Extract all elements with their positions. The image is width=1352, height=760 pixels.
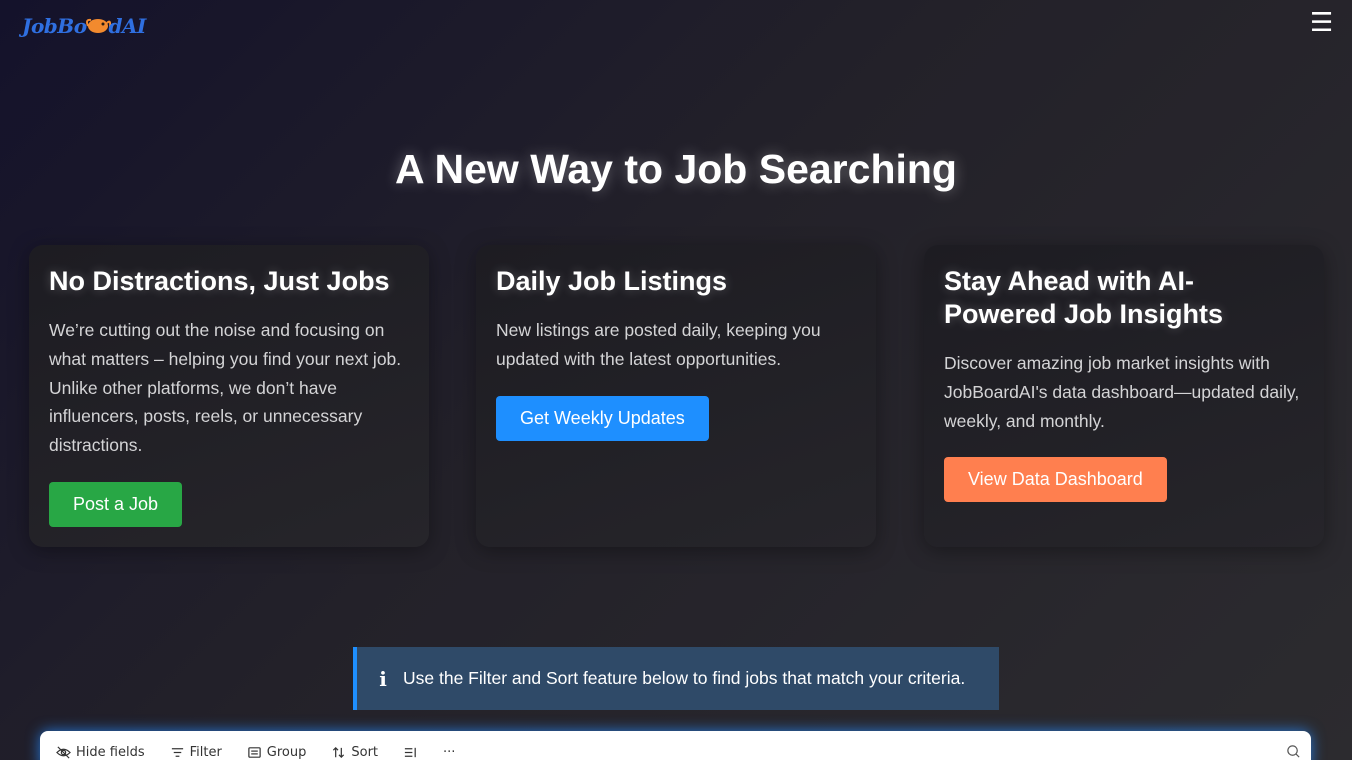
post-job-button[interactable]: Post a Job	[49, 481, 183, 527]
logo-text-left: JobBo	[22, 14, 87, 38]
table-toolbar: Hide fields Filter Group Sort ···	[40, 731, 1311, 760]
row-height-icon	[404, 747, 416, 757]
card-title: Daily Job Listings	[496, 266, 728, 296]
hamburger-menu-icon[interactable]: ☰	[1310, 10, 1333, 36]
get-weekly-updates-button[interactable]: Get Weekly Updates	[496, 395, 709, 441]
hide-fields-button[interactable]: Hide fields	[56, 737, 145, 760]
card-title: Stay Ahead with AI-Powered Job Insights	[944, 266, 1224, 329]
card-body: Discover amazing job market insights wit…	[944, 353, 1300, 431]
sort-icon	[333, 746, 345, 758]
search-icon[interactable]	[1286, 744, 1301, 759]
eye-slash-icon	[56, 745, 71, 759]
group-label: Group	[266, 744, 307, 760]
feature-card-daily-listings: Daily Job Listings New listings are post…	[476, 245, 876, 547]
logo-text-right: dAI	[108, 14, 147, 38]
sort-button[interactable]: Sort	[331, 737, 378, 760]
info-banner: i Use the Filter and Sort feature below …	[353, 647, 999, 710]
feature-card-ai-insights: Stay Ahead with AI-Powered Job Insights …	[924, 245, 1324, 547]
card-body: We’re cutting out the noise and focusing…	[49, 320, 402, 456]
filter-button[interactable]: Filter	[170, 737, 222, 760]
more-options-button[interactable]: ···	[443, 737, 455, 760]
sort-label: Sort	[351, 744, 379, 760]
hero-title: A New Way to Job Searching	[395, 146, 957, 192]
feature-card-no-distractions: No Distractions, Just Jobs We’re cutting…	[29, 245, 429, 547]
card-body: New listings are posted daily, keeping y…	[496, 320, 821, 369]
brand-logo[interactable]: JobBo dAI	[22, 14, 146, 38]
info-text: Use the Filter and Sort feature below to…	[403, 668, 966, 688]
hide-fields-label: Hide fields	[76, 744, 145, 760]
filter-icon	[171, 747, 183, 757]
card-title: No Distractions, Just Jobs	[49, 266, 390, 296]
info-icon: i	[379, 666, 387, 691]
group-icon	[248, 746, 261, 758]
view-data-dashboard-button[interactable]: View Data Dashboard	[944, 457, 1167, 503]
group-button[interactable]: Group	[247, 737, 307, 760]
more-options-icon: ···	[443, 744, 456, 760]
shrimp-logo-icon	[85, 15, 111, 37]
row-height-button[interactable]	[403, 737, 418, 760]
filter-label: Filter	[189, 744, 222, 760]
